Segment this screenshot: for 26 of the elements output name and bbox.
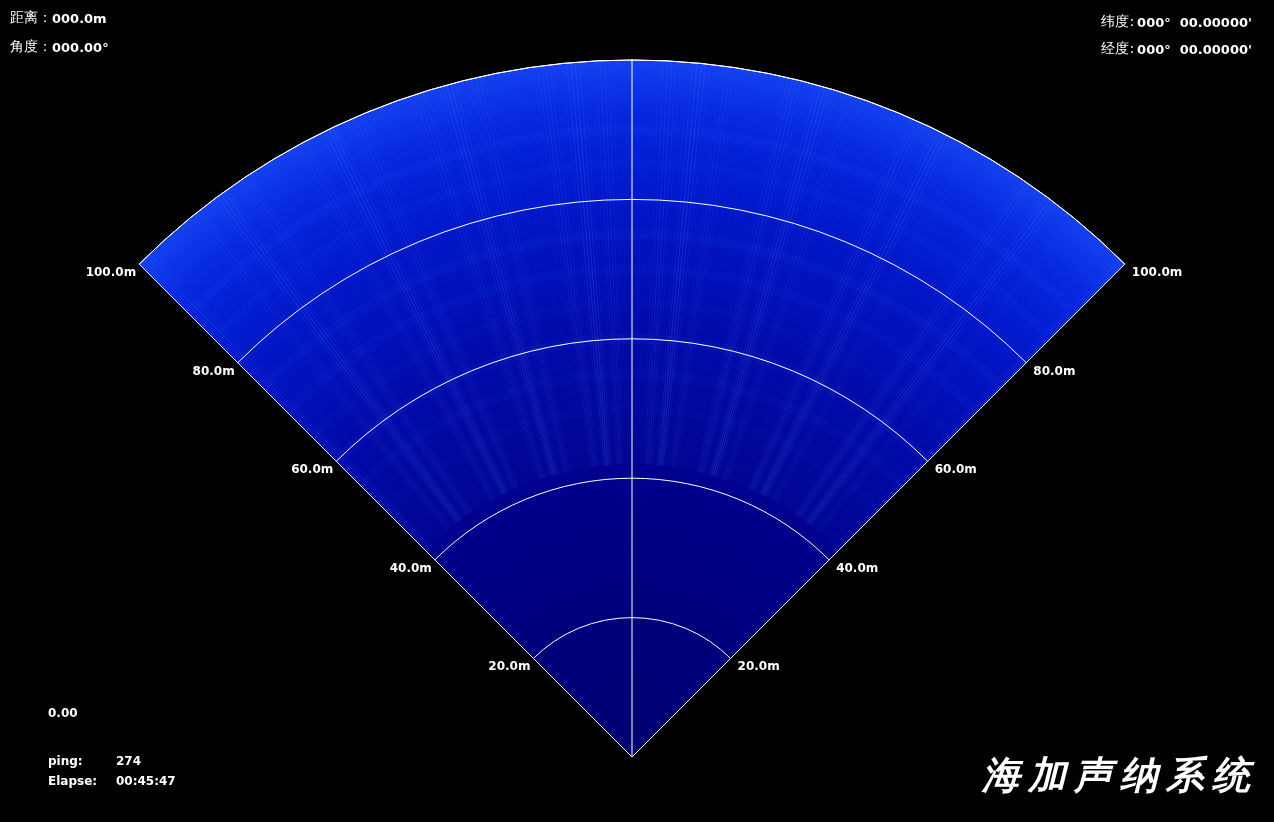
range-label: 100.0m (1131, 265, 1183, 280)
range-label: 60.0m (291, 462, 334, 477)
minutes-value: 00.00000' (1179, 14, 1252, 30)
range-label: 60.0m (934, 462, 977, 477)
reading-value: 0.00 (48, 705, 78, 722)
range-label: 80.0m (192, 363, 235, 378)
degrees-value: 000° (1137, 41, 1171, 57)
minutes-value: 00.00000' (1179, 41, 1252, 57)
range-label: 80.0m (1033, 363, 1076, 378)
stat-value: 00:45:47 (116, 773, 176, 790)
range-label: 100.0m (85, 265, 137, 280)
readout-value: 000.00° (52, 39, 109, 55)
readout-label: 距离： (10, 9, 52, 27)
stat-label: Elapse: (48, 773, 98, 790)
range-label: 20.0m (737, 659, 780, 674)
coordinate-label: 纬度: (1101, 13, 1135, 31)
range-label: 20.0m (488, 659, 531, 674)
readout-label: 角度： (10, 38, 52, 56)
range-label: 40.0m (389, 560, 432, 575)
stat-label: ping: (48, 753, 83, 770)
degrees-value: 000° (1137, 14, 1171, 30)
range-label: 40.0m (836, 560, 879, 575)
app-title: 海加声纳系统 (982, 752, 1258, 798)
coordinate-label: 经度: (1101, 40, 1135, 58)
readout-value: 000.0m (52, 10, 107, 26)
stat-value: 274 (116, 753, 142, 770)
